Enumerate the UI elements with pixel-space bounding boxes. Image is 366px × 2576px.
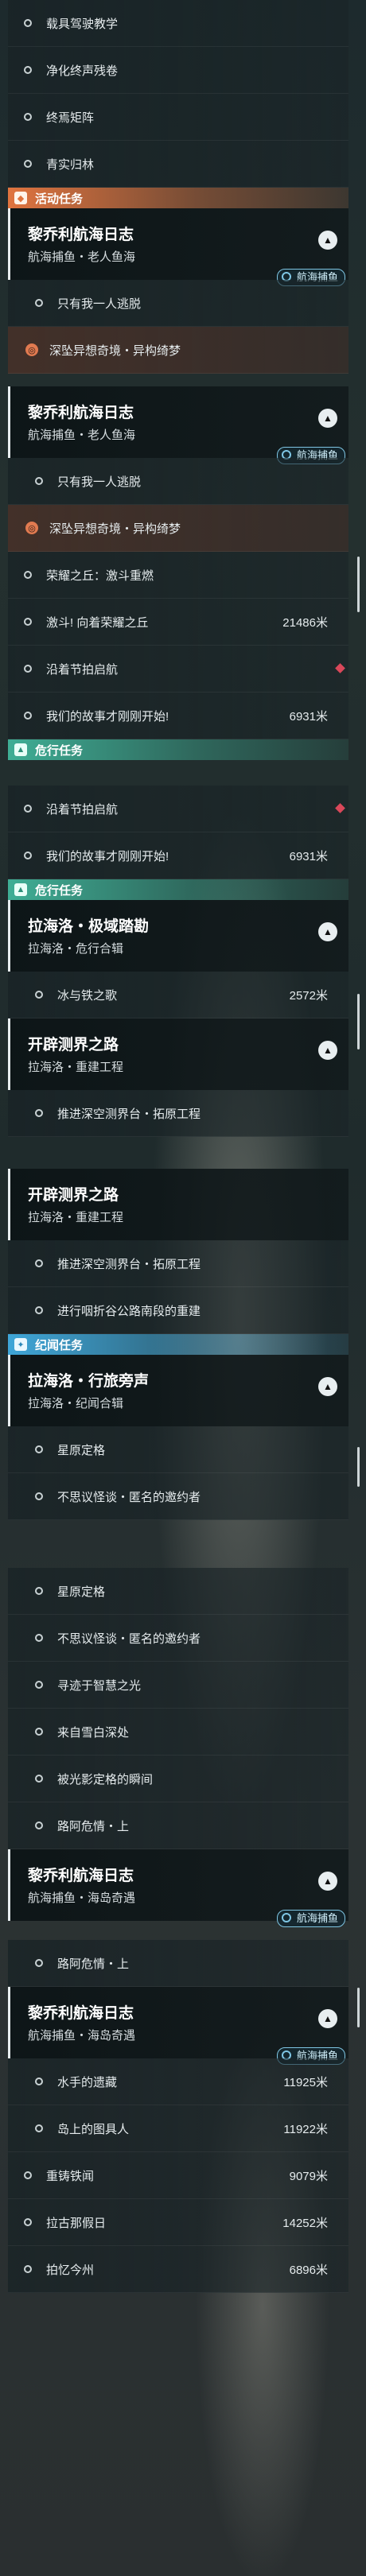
circle-icon xyxy=(24,852,32,859)
circle-icon xyxy=(35,1306,43,1314)
fishing-badge: 航海捕鱼 xyxy=(276,1910,345,1927)
list-item[interactable]: 不思议怪谈・匿名的邀约者 xyxy=(8,1473,348,1520)
list-item[interactable]: 寻迹于智慧之光 xyxy=(8,1662,348,1709)
abyss-icon: ◎ xyxy=(25,522,38,534)
list-item[interactable]: 我们的故事才刚刚开始! 6931米 xyxy=(8,832,348,879)
circle-icon xyxy=(35,1492,43,1500)
list-item[interactable]: 岛上的图具人 11922米 xyxy=(8,2105,348,2152)
quest-card[interactable]: 黎乔利航海日志 航海捕鱼・海岛奇遇 ▲ 航海捕鱼 xyxy=(8,1849,348,1927)
list-item[interactable]: 终焉矩阵 xyxy=(8,94,348,141)
list-item[interactable]: 不思议怪谈・匿名的邀约者 xyxy=(8,1615,348,1662)
circle-icon xyxy=(35,477,43,485)
circle-icon xyxy=(35,1959,43,1967)
scrollbar[interactable] xyxy=(357,557,360,612)
list-item[interactable]: 荣耀之丘：激斗重燃 xyxy=(8,552,348,599)
list-item[interactable]: 被光影定格的瞬间 xyxy=(8,1755,348,1802)
list-item[interactable]: 路阿危情・上 xyxy=(8,1940,348,1987)
danger-icon: ▲ xyxy=(14,883,27,896)
list-item[interactable]: 水手的遗藏 11925米 xyxy=(8,2058,348,2105)
list-item[interactable]: 只有我一人逃脱 xyxy=(8,280,348,327)
list-item[interactable]: 推进深空测界台・拓原工程 xyxy=(8,1240,348,1287)
list-item[interactable]: 只有我一人逃脱 xyxy=(8,458,348,505)
circle-icon xyxy=(35,1821,43,1829)
circle-icon xyxy=(24,2265,32,2273)
circle-icon xyxy=(24,665,32,673)
list-item[interactable]: 激斗! 向着荣耀之丘 21486米 xyxy=(8,599,348,646)
list-item[interactable]: 星原定格 xyxy=(8,1426,348,1473)
list-item[interactable]: 星原定格 xyxy=(8,1568,348,1615)
list-item[interactable]: 推进深空测界台・拓原工程 xyxy=(8,1090,348,1137)
list-item[interactable]: 来自雪白深处 xyxy=(8,1709,348,1755)
circle-icon xyxy=(24,571,32,579)
danger-icon: ▲ xyxy=(14,743,27,756)
list-item[interactable]: ◎ 深坠异想奇境・异构绮梦 xyxy=(8,327,348,374)
chronicle-icon: ✦ xyxy=(14,1338,27,1351)
quest-card[interactable]: 黎乔利航海日志 航海捕鱼・海岛奇遇 ▲ 航海捕鱼 xyxy=(8,1987,348,2065)
circle-icon xyxy=(24,805,32,813)
circle-icon xyxy=(24,618,32,626)
circle-icon xyxy=(24,2218,32,2226)
list-item[interactable]: 净化终声残卷 xyxy=(8,47,348,94)
quest-list: 载具驾驶教学 净化终声残卷 终焉矩阵 青实归林 ◆ 活动任务 黎乔利航海日志 航… xyxy=(8,0,348,2293)
section-header-danger[interactable]: ▲ 危行任务 xyxy=(8,739,348,760)
circle-icon xyxy=(35,2077,43,2085)
circle-icon xyxy=(35,1109,43,1117)
quest-card[interactable]: 拉海洛・极域踏勘 拉海洛・危行合辑 ▲ xyxy=(8,900,348,972)
circle-icon xyxy=(24,712,32,720)
circle-icon xyxy=(35,299,43,307)
circle-icon xyxy=(35,1634,43,1642)
circle-icon xyxy=(24,19,32,27)
circle-icon xyxy=(24,66,32,74)
list-item[interactable]: 沿着节拍启航 xyxy=(8,646,348,692)
list-item[interactable]: 载具驾驶教学 xyxy=(8,0,348,47)
list-item[interactable]: 拉古那假日 14252米 xyxy=(8,2199,348,2246)
circle-icon xyxy=(35,1587,43,1595)
scrollbar[interactable] xyxy=(357,1447,360,1487)
section-header-danger[interactable]: ▲ 危行任务 xyxy=(8,879,348,900)
section-header-chronicle[interactable]: ✦ 纪闻任务 xyxy=(8,1334,348,1355)
list-item[interactable]: 青实归林 xyxy=(8,141,348,188)
collapse-icon[interactable]: ▲ xyxy=(318,1872,337,1891)
circle-icon xyxy=(24,160,32,168)
quest-card[interactable]: 黎乔利航海日志 航海捕鱼・老人鱼海 ▲ 航海捕鱼 xyxy=(8,386,348,464)
quest-card[interactable]: 黎乔利航海日志 航海捕鱼・老人鱼海 ▲ 航海捕鱼 xyxy=(8,208,348,286)
circle-icon xyxy=(35,1445,43,1453)
circle-icon xyxy=(35,991,43,999)
collapse-icon[interactable]: ▲ xyxy=(318,409,337,428)
collapse-icon[interactable]: ▲ xyxy=(318,1041,337,1060)
circle-icon xyxy=(35,2124,43,2132)
circle-icon xyxy=(35,1681,43,1689)
list-item[interactable]: 路阿危情・上 xyxy=(8,1802,348,1849)
collapse-icon[interactable]: ▲ xyxy=(318,922,337,941)
circle-icon xyxy=(24,2171,32,2179)
collapse-icon[interactable]: ▲ xyxy=(318,1377,337,1396)
collapse-icon[interactable]: ▲ xyxy=(318,2009,337,2028)
abyss-icon: ◎ xyxy=(25,343,38,356)
list-item[interactable]: 沿着节拍启航 xyxy=(8,786,348,832)
collapse-icon[interactable]: ▲ xyxy=(318,231,337,250)
list-item[interactable]: 拍忆今州 6896米 xyxy=(8,2246,348,2293)
scrollbar[interactable] xyxy=(357,1988,360,2027)
scrollbar[interactable] xyxy=(357,994,360,1049)
quest-card[interactable]: 开辟测界之路 拉海洛・重建工程 xyxy=(8,1169,348,1240)
circle-icon xyxy=(35,1728,43,1736)
activity-icon: ◆ xyxy=(14,192,27,204)
quest-card[interactable]: 开辟测界之路 拉海洛・重建工程 ▲ xyxy=(8,1018,348,1090)
list-item[interactable]: ◎ 深坠异想奇境・异构绮梦 xyxy=(8,505,348,552)
list-item[interactable]: 重铸铁闻 9079米 xyxy=(8,2152,348,2199)
list-item[interactable]: 我们的故事才刚刚开始! 6931米 xyxy=(8,692,348,739)
list-item[interactable]: 冰与铁之歌 2572米 xyxy=(8,972,348,1018)
list-item[interactable]: 进行咽折谷公路南段的重建 xyxy=(8,1287,348,1334)
section-header-activity[interactable]: ◆ 活动任务 xyxy=(8,188,348,208)
circle-icon xyxy=(24,113,32,121)
quest-card[interactable]: 拉海洛・行旅旁声 拉海洛・纪闻合辑 ▲ xyxy=(8,1355,348,1426)
circle-icon xyxy=(35,1775,43,1783)
circle-icon xyxy=(35,1259,43,1267)
